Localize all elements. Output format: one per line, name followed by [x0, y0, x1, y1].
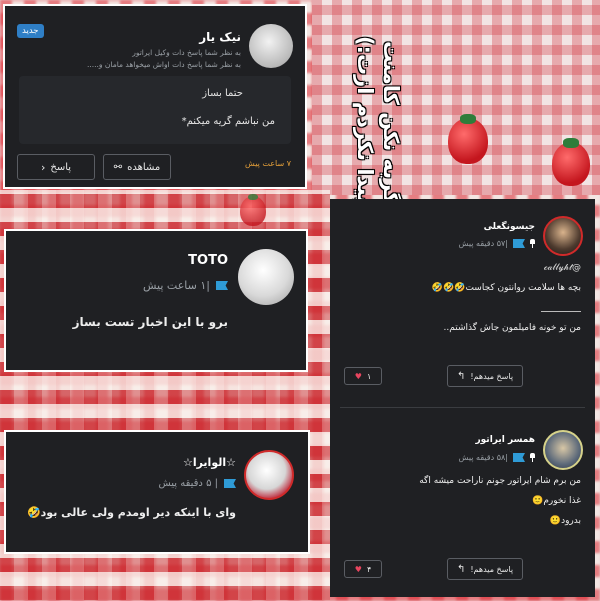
mention[interactable]: @𝒸𝒶𝓁𝓁𝓎𝒽𝓉	[544, 263, 581, 273]
heart-icon: ♥	[354, 564, 362, 574]
avatar[interactable]	[244, 450, 294, 500]
like-count: ۱	[366, 371, 372, 381]
reply-button-label: پاسخ	[50, 161, 72, 173]
like-button[interactable]: ♥ ۴	[344, 560, 382, 578]
view-button[interactable]: مشاهده ⚯	[103, 154, 171, 180]
time-ago: |۵۸ دقیقه پیش	[458, 453, 508, 462]
comment-text: وای با اینکه دیر اومدم ولی عالی بود🤣	[26, 506, 236, 519]
overlay-title: گریه نکن کامنت پیدا نکردم ازت:)	[314, 4, 404, 204]
reply-button-label: پاسخ میدهم!	[470, 371, 514, 381]
comment-card-1: نیک یار به نظر شما پاسخ دات وکیل ایراتور…	[3, 4, 307, 189]
like-count: ۴	[366, 564, 372, 574]
quote-line-2: من نباشم گریه میکنم*	[181, 116, 275, 127]
author-name[interactable]: TOTO	[188, 253, 228, 268]
pin-icon	[530, 453, 535, 462]
divider	[541, 311, 581, 312]
author-name[interactable]: همسر ایراتور	[475, 435, 535, 445]
meta-row: |۵۷ دقیقه پیش	[459, 239, 535, 248]
comment-line-1: من برم شام ایراتور جونم ناراحت میشه اگه	[419, 476, 581, 486]
author-name[interactable]: جیسونگعلی	[484, 222, 535, 232]
reply-button-label: پاسخ میدهم!	[470, 564, 514, 574]
avatar[interactable]	[543, 216, 583, 256]
avatar[interactable]	[238, 249, 294, 305]
time-ago: |۵۷ دقیقه پیش	[458, 239, 508, 248]
like-button[interactable]: ♥ ۱	[344, 367, 382, 385]
heart-icon: ♥	[354, 371, 362, 381]
quote-line-1: حتما بساز	[202, 88, 243, 99]
author-name[interactable]: نیک یار	[199, 30, 241, 44]
comment-line-3: بدرود🙂	[549, 516, 581, 526]
meta-row: | ۵ دقیقه پیش	[158, 478, 236, 489]
comment-line-1: بچه ها سلامت روانتون کجاست🤣🤣🤣	[431, 283, 581, 293]
strawberry-decoration	[240, 193, 266, 226]
comment-text: برو با این اخبار تست بساز	[72, 315, 228, 329]
reply-arrow-icon: ↰	[456, 563, 466, 575]
comment-line-2: من تو خونه فامیلمون جاش گذاشتم..	[443, 323, 581, 333]
flag-icon	[513, 239, 525, 248]
reply-button[interactable]: پاسخ میدهم! ↰	[447, 365, 523, 387]
view-button-label: مشاهده	[127, 161, 161, 173]
flag-icon	[216, 281, 228, 290]
meta-row: |۱ ساعت پیش	[143, 279, 228, 292]
comment-card-3: ☆الوایرا☆ | ۵ دقیقه پیش وای با اینکه دیر…	[4, 430, 310, 554]
link-icon: ⚯	[113, 161, 123, 173]
comment-line-2: غذا نخورم🙂	[532, 496, 581, 506]
avatar[interactable]	[543, 430, 583, 470]
comment-card-2: TOTO |۱ ساعت پیش برو با این اخبار تست بس…	[4, 229, 308, 372]
flag-icon	[513, 453, 525, 462]
strawberry-decoration	[552, 138, 590, 186]
reply-arrow-icon: ↰	[456, 370, 466, 382]
reply-button[interactable]: پاسخ ‹	[17, 154, 95, 180]
meta-row: |۵۸ دقیقه پیش	[459, 453, 535, 462]
avatar[interactable]	[249, 24, 293, 68]
new-badge: جدید	[17, 24, 44, 38]
author-name[interactable]: ☆الوایرا☆	[183, 456, 236, 469]
comment-card-4: جیسونگعلی |۵۷ دقیقه پیش @𝒸𝒶𝓁𝓁𝓎𝒽𝓉 بچه ها …	[330, 199, 595, 597]
reply-button[interactable]: پاسخ میدهم! ↰	[447, 558, 523, 580]
strawberry-decoration	[448, 114, 488, 164]
chevron-left-icon: ‹	[40, 160, 46, 174]
reply-preview-1: به نظر شما پاسخ دات وکیل ایراتور	[132, 48, 241, 57]
overlay-title-line-1: گریه نکن کامنت	[379, 40, 403, 204]
time-ago: | ۵ دقیقه پیش	[158, 478, 218, 489]
pin-icon	[530, 239, 535, 248]
separator	[340, 407, 585, 408]
reply-preview-2: به نظر شما پاسخ دات اواش میخواهد مامان و…	[86, 60, 241, 69]
time-ago: |۱ ساعت پیش	[143, 279, 210, 292]
overlay-title-line-2: پیدا نکردم ازت:)	[353, 35, 377, 204]
flag-icon	[224, 479, 236, 488]
time-ago: ۷ ساعت پیش	[245, 159, 291, 168]
quote-box: حتما بساز من نباشم گریه میکنم*	[19, 76, 291, 144]
